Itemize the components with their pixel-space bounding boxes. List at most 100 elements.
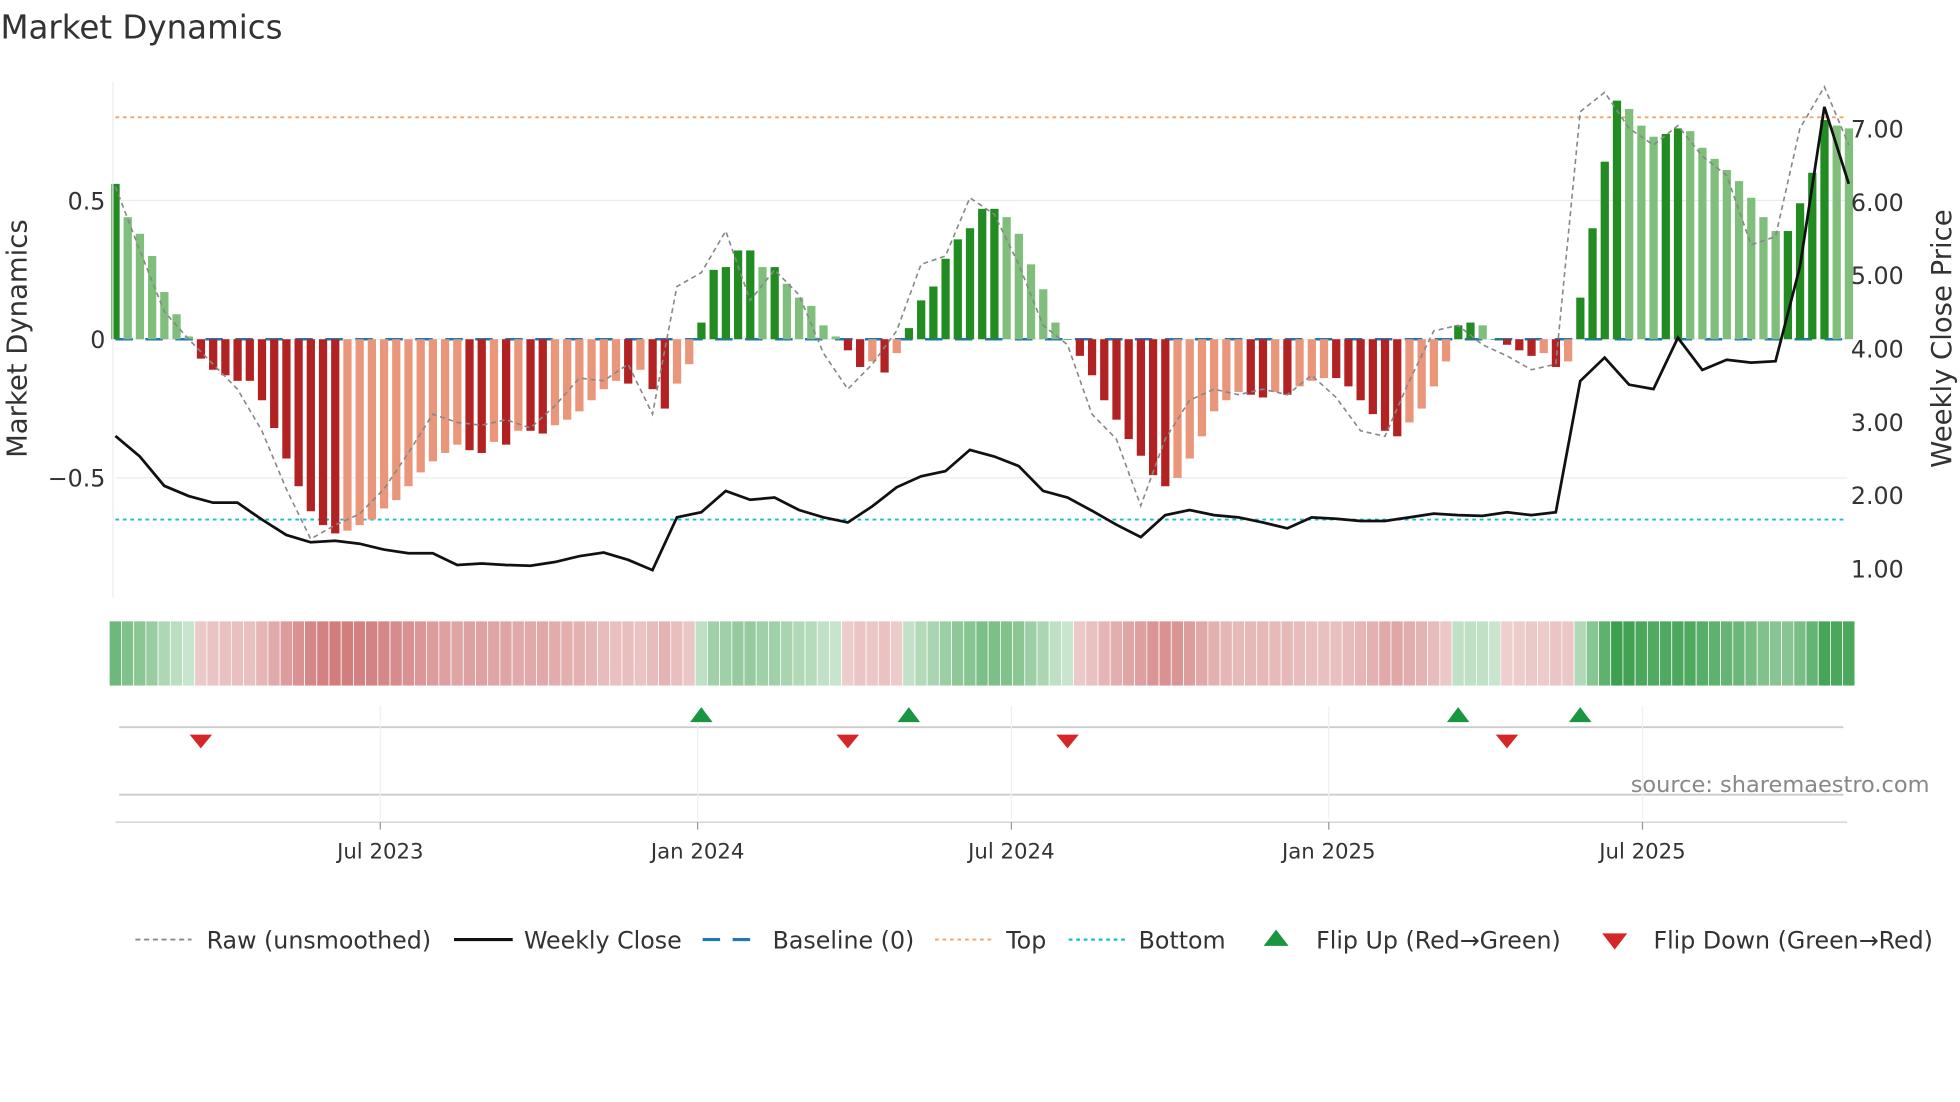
dynamics-bar [331,339,340,534]
bars [111,100,1854,534]
heat-strip-cell [230,620,244,687]
heat-strip-cell [1158,620,1172,687]
dynamics-bar [306,339,315,512]
heat-strip-cell [169,620,183,687]
dynamics-bar [929,286,938,340]
dynamics-bar [245,339,254,381]
dynamics-bar [1747,197,1756,340]
dynamics-bar [160,292,169,340]
heat-strip-cell [1585,620,1599,687]
dynamics-bar [1673,128,1683,340]
dynamics-bar [660,339,669,409]
heat-strip-cell [1451,620,1465,687]
legend-raw-label: Raw (unsmoothed) [207,926,431,954]
dynamics-bar [209,339,218,370]
heat-strip-cell [1134,620,1148,687]
dynamics-bar [1649,136,1658,340]
heat-strip-cell [291,620,305,687]
dynamics-bar [856,339,865,367]
flip-down-marker [836,734,860,749]
heat-strip-cell [1109,620,1123,687]
heat-strip-cell [780,620,794,687]
flip-down-marker [1056,734,1079,749]
y-tick-label: 0.5 [68,187,106,215]
dynamics-bar [758,267,767,340]
dynamics-bar [343,339,352,531]
x-tick-label: Jul 2024 [966,839,1054,864]
heat-strip-cell [511,620,525,687]
heat-strip-cell [890,620,904,687]
legend-close-label: Weekly Close [524,926,682,954]
heat-strip-cell [719,620,733,687]
dynamics-bar [453,339,462,445]
heat-strip-cell [243,620,257,687]
dynamics-bar [1002,217,1011,340]
legend-top-label: Top [1005,926,1046,954]
heat-strip-cell [1097,620,1111,687]
dynamics-bar [1136,339,1146,456]
heat-strip-cell [1012,620,1026,687]
dynamics-bar [1307,339,1316,381]
legend-flip-down-label: Flip Down (Green→Red) [1653,926,1932,954]
dynamics-bar [941,258,950,340]
heat-strip-cell [1598,620,1612,687]
dynamics-bar [233,339,242,381]
heat-strip-cell [340,620,354,687]
legend-bottom-label: Bottom [1139,926,1226,954]
dynamics-bar [514,339,523,431]
heat-strip-cell [1512,620,1526,687]
heat-strip-cell [536,620,550,687]
heat-strip-cell [1744,620,1758,687]
heat-strip-cell [1061,620,1074,687]
heat-strip-cell [487,620,501,687]
heat-strip-cell [829,620,843,687]
y-axis-label-right: Weekly Close Price [1926,209,1958,467]
heat-strip-cell [1646,620,1660,687]
heat-strip-cell [926,620,940,687]
heat-strip-cell [938,620,952,687]
heat-strip-cell [1292,620,1306,687]
heat-strip-cell [1573,620,1587,687]
heat-strip-cell [462,620,476,687]
dynamics-bar [318,339,328,526]
dynamics-bar [135,233,145,340]
dynamics-bar [1515,339,1524,351]
y-right-tick-label: 4.00 [1851,335,1904,363]
heat-strip-cell [548,620,562,687]
dynamics-bar [819,325,828,340]
dynamics-bar [917,300,926,340]
legend: Raw (unsmoothed) Weekly Close Baseline (… [135,926,1933,954]
heat-strip-cell [1427,620,1441,687]
heat-strip-cell [1708,620,1721,687]
heat-strip-cell [792,620,806,687]
dynamics-bar [599,339,608,390]
dynamics-bar [440,339,450,453]
heat-strip-cell [108,620,122,687]
heat-strip-cell [328,620,342,687]
heat-strip-cell [902,620,916,687]
dynamics-bar [1014,233,1023,340]
dynamics-bar [1368,339,1377,415]
dynamics-bar [526,339,535,431]
heat-strip-cell [914,620,928,687]
flip-down-marker [1495,734,1519,749]
y-tick-label: −0.5 [48,465,106,493]
heat-strip-cell [1354,620,1367,687]
dynamics-bar [563,339,572,420]
x-tick-label: Jan 2024 [649,839,745,864]
heat-strip-cell [560,620,574,687]
dynamics-bar [1148,339,1158,476]
heat-strip-cell [1830,620,1844,687]
dynamics-bar [1698,147,1707,340]
dynamics-bar [123,217,132,340]
dynamics-bar [685,339,694,365]
dynamics-bar [148,255,157,340]
dynamics-bar [782,283,792,340]
heat-strip-cell [450,620,464,687]
dynamics-bar [868,339,877,362]
heat-strip-cell [1085,620,1099,687]
heat-strip-cell [707,620,720,687]
market-dynamics-chart: Market Dynamics 0.5 0 −0.5 7.00 6.00 5.00 4.00… [0,9,1958,955]
dynamics-bar [550,339,560,426]
dynamics-bar [721,267,730,340]
